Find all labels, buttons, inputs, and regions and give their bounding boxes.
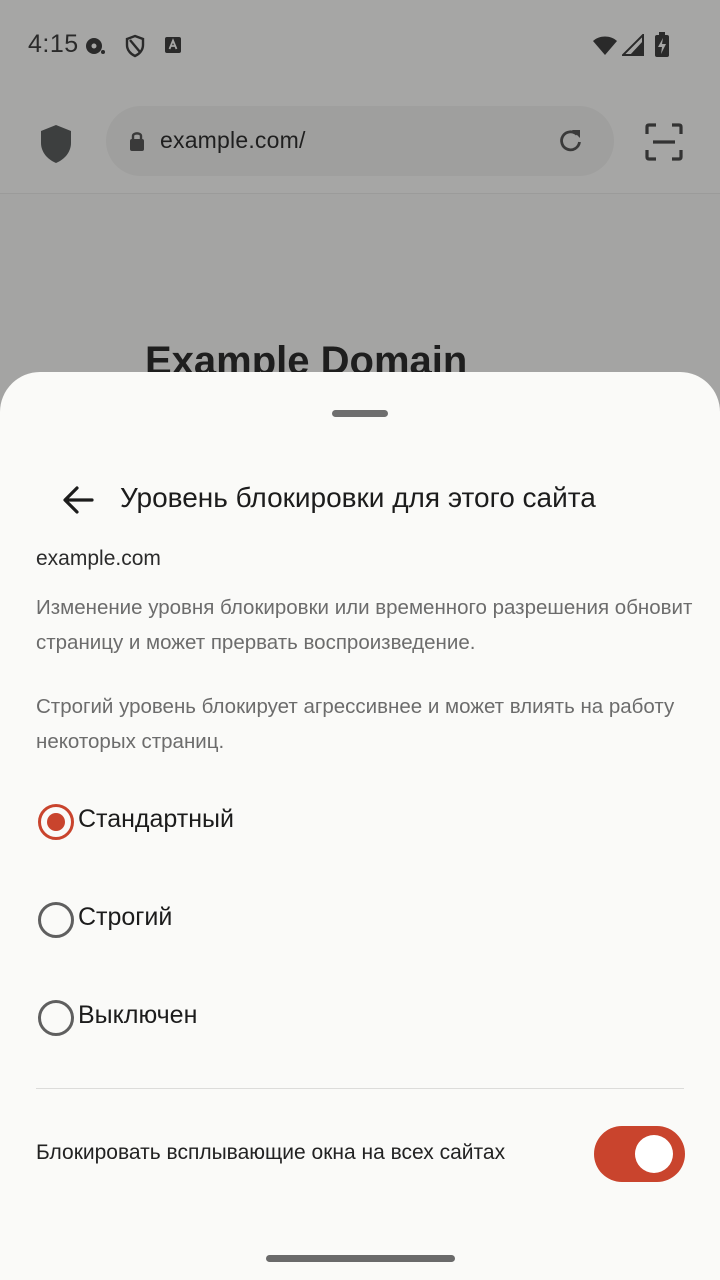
radio-option-off[interactable]: Выключен — [36, 986, 686, 1046]
browser-toolbar: example.com/ — [0, 92, 720, 194]
back-arrow-icon[interactable] — [58, 480, 98, 520]
radio-option-standard[interactable]: Стандартный — [36, 790, 686, 850]
lock-icon — [128, 130, 146, 157]
divider — [36, 1088, 684, 1089]
status-bar: 4:15 — [0, 0, 720, 92]
description-reload-warning: Изменение уровня блокировки или временно… — [36, 596, 693, 654]
site-name: example.com — [36, 547, 161, 570]
block-popups-label: Блокировать всплывающие окна на всех сай… — [36, 1141, 506, 1164]
sheet-title: Уровень блокировки для этого сайта — [120, 482, 596, 513]
gesture-nav-bar[interactable] — [266, 1255, 455, 1262]
translate-icon — [164, 36, 182, 59]
wifi-icon — [592, 34, 618, 61]
radio-label-strict: Строгий — [78, 903, 173, 931]
shield-icon[interactable] — [32, 120, 80, 168]
radio-option-strict[interactable]: Строгий — [36, 888, 686, 948]
radio-label-standard: Стандартный — [78, 805, 234, 833]
address-bar[interactable]: example.com/ — [106, 106, 614, 176]
blocking-level-sheet: Уровень блокировки для этого сайта examp… — [0, 372, 720, 1280]
radio-button-off[interactable] — [38, 1000, 74, 1036]
battery-charging-icon — [654, 32, 670, 63]
radio-button-strict[interactable] — [38, 902, 74, 938]
block-popups-toggle[interactable] — [594, 1126, 685, 1182]
media-icon — [84, 36, 106, 61]
drag-handle[interactable] — [332, 410, 388, 417]
reload-icon[interactable] — [556, 126, 586, 161]
shield-status-icon — [124, 34, 146, 63]
url-text[interactable]: example.com/ — [160, 127, 306, 154]
toggle-knob — [635, 1135, 673, 1173]
scan-icon[interactable] — [644, 122, 684, 167]
radio-label-off: Выключен — [78, 1001, 198, 1029]
radio-button-standard[interactable] — [38, 804, 74, 840]
signal-icon — [620, 32, 644, 61]
description-strict-warning: Строгий уровень блокирует агрессивнее и … — [36, 695, 675, 753]
status-time: 4:15 — [28, 30, 79, 58]
